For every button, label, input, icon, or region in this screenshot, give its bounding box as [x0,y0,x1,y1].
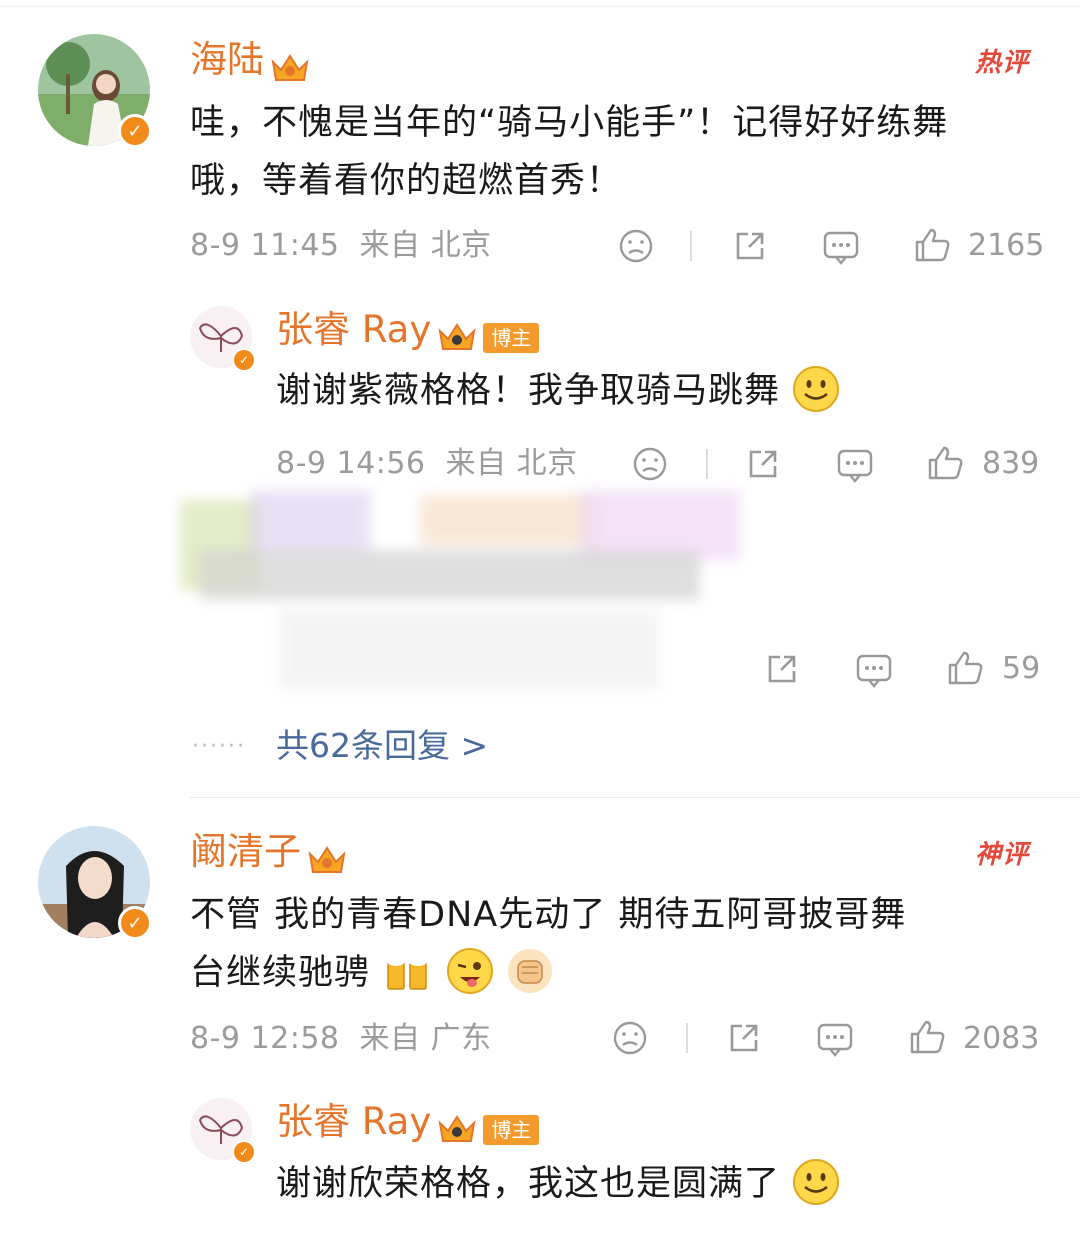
verified-badge-icon: ✓ [232,348,256,372]
comment-icon[interactable] [836,446,874,488]
reply-avatar[interactable]: ✓ [190,306,256,372]
blogger-tag: 博主 [483,322,540,353]
comment-text: 哇，不愧是当年的“骑马小能手”！记得好好练舞 哦，等着看你的超燃首秀！ [190,94,1060,210]
reply-source: 来自 北京 [445,446,578,481]
comment-text-line: 不管 我的青春DNA先动了 期待五阿哥披哥舞 [190,895,907,935]
blurred-reply [160,480,780,710]
comment-divider [190,797,1080,798]
smile-emoji [792,363,840,421]
verified-badge-icon: ✓ [118,114,152,148]
like-count: 59 [1002,651,1041,686]
dislike-icon[interactable] [612,1020,648,1060]
like-icon[interactable] [946,649,984,691]
reply-meta: 8-9 14:56 来自 北京 [276,446,578,482]
like-count: 839 [982,446,1040,481]
reply-text-row: 谢谢欣荣格格，我这也是圆满了 [276,1155,840,1214]
blogger-tag: 博主 [483,1114,540,1145]
reply-text: 谢谢紫薇格格！我争取骑马跳舞 [276,371,781,411]
hot-comment-tag: 热评 [975,48,1030,78]
comment-header: 阚清子 [190,830,348,878]
crown-icon [269,50,311,86]
dislike-icon[interactable] [618,228,654,268]
share-icon[interactable] [726,1020,762,1060]
comment-text-line: 哦，等着看你的超燃首秀！ [190,161,623,201]
crown-icon [436,321,478,355]
like-icon[interactable] [913,226,951,268]
share-icon[interactable] [732,228,768,268]
fist-emoji [506,945,554,1003]
like-icon[interactable] [926,444,964,486]
action-separator [690,231,692,261]
comment-icon[interactable] [816,1020,854,1062]
wink-emoji [446,945,494,1003]
comment-text-line-2: 台继续驰骋 [190,944,1060,1003]
commenter-name[interactable]: 阚清子 [190,830,301,873]
comment-header: 海陆 [190,38,311,86]
crown-icon [436,1113,478,1147]
reply-time: 8-9 14:56 [276,446,426,481]
comment-text-line: 哇，不愧是当年的“骑马小能手”！记得好好练舞 [190,103,949,143]
verified-badge-icon: ✓ [232,1140,256,1164]
avatar[interactable]: ✓ [38,34,152,148]
commenter-name[interactable]: 海陆 [190,38,264,81]
top-divider [0,6,1080,7]
god-comment-tag: 神评 [975,840,1030,870]
reply-author-name[interactable]: 张睿 Ray [276,308,431,351]
comment-icon[interactable] [855,651,893,693]
like-count: 2165 [968,228,1045,263]
reply-header: 张睿 Ray 博主 [276,308,540,355]
comment-source: 来自 北京 [359,228,492,263]
crown-icon [306,842,348,878]
action-separator [686,1023,688,1053]
comment-text-span: 台继续驰骋 [190,953,371,993]
smile-emoji [792,1156,840,1214]
like-icon[interactable] [908,1018,946,1060]
avatar[interactable]: ✓ [38,826,152,940]
action-separator [706,449,708,479]
reply-text-row: 谢谢紫薇格格！我争取骑马跳舞 [276,362,840,421]
comment-time: 8-9 11:45 [190,228,340,263]
reply-text: 谢谢欣荣格格，我这也是圆满了 [276,1164,781,1204]
like-count: 2083 [963,1021,1040,1056]
comment-text: 不管 我的青春DNA先动了 期待五阿哥披哥舞 台继续驰骋 [190,886,1060,1003]
reply-header: 张睿 Ray 博主 [276,1100,540,1147]
comment-icon[interactable] [822,228,860,270]
comment-time: 8-9 12:58 [190,1021,340,1056]
comment-meta: 8-9 11:45 来自 北京 [190,228,492,264]
beer-emoji [382,945,434,1003]
reply-avatar[interactable]: ✓ [190,1098,256,1164]
verified-badge-icon: ✓ [118,906,152,940]
more-replies-link[interactable]: 共62条回复 > [276,726,488,766]
reply-author-name[interactable]: 张睿 Ray [276,1100,431,1143]
comment-source: 来自 广东 [359,1021,492,1056]
more-replies-dots: ······ [192,734,246,759]
share-icon[interactable] [764,651,800,691]
comment-meta: 8-9 12:58 来自 广东 [190,1021,492,1057]
